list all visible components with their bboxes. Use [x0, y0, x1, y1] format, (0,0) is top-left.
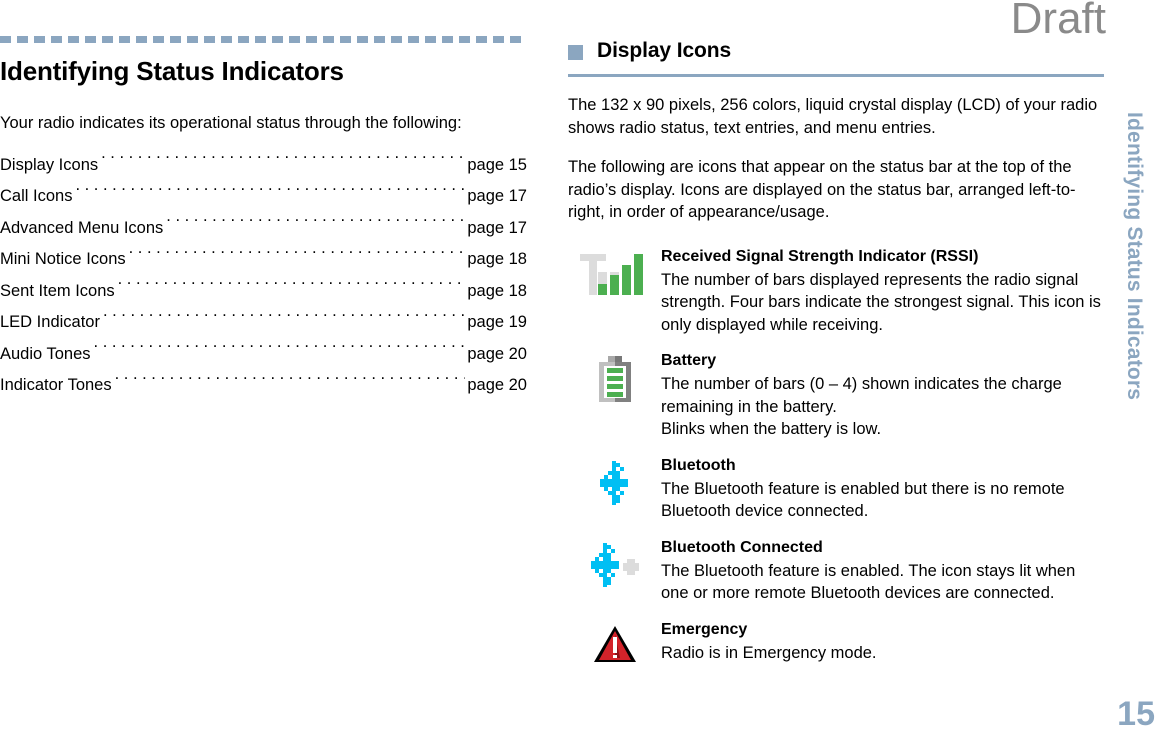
rssi-icon	[568, 246, 661, 298]
right-column: Display Icons The 132 x 90 pixels, 256 c…	[568, 36, 1104, 678]
icon-description: The Bluetooth feature is enabled but the…	[661, 479, 1065, 521]
icon-title: Emergency	[661, 620, 748, 638]
toc-leader-dots	[129, 248, 466, 265]
toc-page-ref: page 18	[467, 281, 527, 300]
toc-entry-audio-tones[interactable]: Audio Tones page 20	[0, 339, 527, 371]
toc-page-ref: page 18	[467, 250, 527, 268]
page-number: 15	[1117, 695, 1155, 733]
bluetooth-connected-icon	[568, 537, 661, 587]
toc-page-ref: page 17	[467, 187, 527, 205]
toc-leader-dots	[118, 279, 466, 296]
toc-label: Call Icons	[0, 187, 73, 205]
toc-label: Mini Notice Icons	[0, 250, 126, 268]
toc-label: LED Indicator	[0, 313, 100, 331]
bluetooth-icon	[568, 455, 661, 505]
body-paragraph-2: The following are icons that appear on t…	[568, 158, 1076, 221]
icon-description: The Bluetooth feature is enabled. The ic…	[661, 561, 1076, 603]
section-rule-divider	[568, 74, 1104, 77]
section-title: Display Icons	[597, 39, 732, 62]
emergency-icon-glyph	[593, 625, 636, 662]
icon-title: Bluetooth Connected	[661, 538, 823, 556]
list-item: Bluetooth The Bluetooth feature is enabl…	[568, 455, 1104, 523]
intro-text: Your radio indicates its operational sta…	[0, 114, 462, 132]
toc-label: Sent Item Icons	[0, 281, 115, 300]
bluetooth-connected-icon-glyph	[590, 542, 639, 587]
toc-entry-led-indicator[interactable]: LED Indicator page 19	[0, 307, 527, 339]
toc-entry-advanced-menu-icons[interactable]: Advanced Menu Icons page 17	[0, 213, 527, 245]
emergency-icon	[568, 619, 661, 663]
toc-page-ref: page 17	[467, 218, 527, 237]
icon-text-block: Emergency Radio is in Emergency mode.	[661, 619, 1104, 665]
toc-entry-mini-notice-icons[interactable]: Mini Notice Icons page 18	[0, 244, 527, 276]
margin-tab: Identifying Status Indicators 15	[1106, 0, 1163, 739]
toc-label: Advanced Menu Icons	[0, 218, 164, 237]
list-item: Received Signal Strength Indicator (RSSI…	[568, 246, 1104, 337]
dashed-rule-divider	[0, 36, 527, 43]
left-column: Identifying Status Indicators Your radio…	[0, 36, 527, 402]
rssi-icon-glyph	[579, 253, 643, 295]
toc-leader-dots	[75, 185, 465, 202]
battery-icon-glyph	[598, 356, 631, 402]
toc-page-ref: page 15	[467, 155, 527, 174]
bluetooth-icon-glyph	[599, 460, 628, 505]
icon-description: Radio is in Emergency mode.	[661, 643, 877, 662]
margin-tab-title: Identifying Status Indicators	[1123, 112, 1146, 401]
toc-page-ref: page 19	[467, 313, 527, 331]
toc-entry-display-icons[interactable]: Display Icons page 15	[0, 150, 527, 182]
toc-label: Audio Tones	[0, 344, 91, 363]
toc-page-ref: page 20	[467, 344, 527, 363]
icon-text-block: Bluetooth Connected The Bluetooth featur…	[661, 537, 1104, 605]
section-bullet-square-icon	[568, 44, 583, 60]
icon-description: The number of bars displayed represents …	[661, 270, 1101, 334]
list-item: Emergency Radio is in Emergency mode.	[568, 619, 1104, 665]
toc-leader-dots	[94, 342, 466, 359]
icon-text-block: Received Signal Strength Indicator (RSSI…	[661, 246, 1104, 337]
toc-entry-indicator-tones[interactable]: Indicator Tones page 20	[0, 370, 527, 402]
toc-entry-sent-item-icons[interactable]: Sent Item Icons page 18	[0, 276, 527, 308]
table-of-contents: Display Icons page 15 Call Icons page 17…	[0, 150, 527, 402]
icon-text-block: Bluetooth The Bluetooth feature is enabl…	[661, 455, 1104, 523]
icon-description-list: Received Signal Strength Indicator (RSSI…	[568, 246, 1104, 665]
toc-leader-dots	[103, 311, 465, 328]
icon-description: The number of bars (0 – 4) shown indicat…	[661, 375, 1062, 416]
icon-title: Battery	[661, 352, 717, 369]
list-item: Bluetooth Connected The Bluetooth featur…	[568, 537, 1104, 605]
toc-label: Display Icons	[0, 155, 99, 174]
toc-leader-dots	[101, 153, 465, 170]
icon-title: Bluetooth	[661, 456, 736, 474]
battery-icon	[568, 350, 661, 404]
icon-text-block: Battery The number of bars (0 – 4) shown…	[661, 350, 1104, 441]
draft-watermark: Draft	[1010, 0, 1106, 43]
list-item: Battery The number of bars (0 – 4) shown…	[568, 350, 1104, 441]
toc-page-ref: page 20	[467, 376, 527, 394]
toc-leader-dots	[115, 374, 466, 391]
toc-label: Indicator Tones	[0, 376, 112, 394]
document-page: Draft Identifying Status Indicators Your…	[0, 0, 1163, 739]
body-paragraph-1: The 132 x 90 pixels, 256 colors, liquid …	[568, 96, 1098, 137]
icon-description-secondary: Blinks when the battery is low.	[661, 420, 882, 438]
page-title: Identifying Status Indicators	[0, 56, 344, 86]
toc-entry-call-icons[interactable]: Call Icons page 17	[0, 181, 527, 213]
icon-title: Received Signal Strength Indicator (RSSI…	[661, 247, 979, 265]
toc-leader-dots	[166, 216, 465, 233]
